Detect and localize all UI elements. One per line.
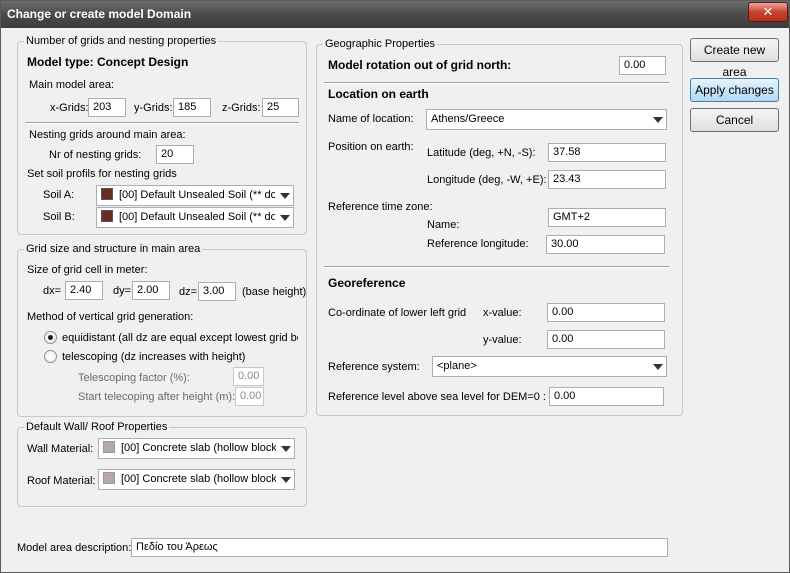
telescoping-factor-input[interactable]: 0.00 bbox=[233, 367, 264, 386]
rotation-input[interactable]: 0.00 bbox=[619, 56, 666, 75]
soil-b-select[interactable]: [00] Default Unsealed Soil (** do not bbox=[96, 207, 294, 228]
tz-name-input[interactable]: GMT+2 bbox=[548, 208, 666, 227]
wall-material-value: [00] Concrete slab (hollow block, r bbox=[121, 442, 276, 454]
dx-label: dx= bbox=[43, 285, 62, 297]
divider bbox=[25, 122, 299, 124]
reference-system-select[interactable]: <plane> bbox=[432, 356, 667, 377]
reference-longitude-input[interactable]: 30.00 bbox=[546, 235, 665, 254]
location-heading: Location on earth bbox=[328, 87, 429, 101]
description-input[interactable]: Πεδίο του Άρεως bbox=[131, 538, 668, 557]
soil-profiles-label: Set soil profils for nesting grids bbox=[27, 168, 177, 180]
divider bbox=[324, 266, 669, 268]
roof-material-select[interactable]: [00] Concrete slab (hollow block, r bbox=[98, 469, 295, 490]
dialog-window: Change or create model Domain ✕ Number o… bbox=[0, 0, 790, 573]
dem-label: Reference level above sea level for DEM=… bbox=[328, 391, 546, 403]
y-value-input[interactable]: 0.00 bbox=[547, 330, 665, 349]
latitude-label: Latitude (deg, +N, -S): bbox=[427, 147, 536, 159]
y-value-label: y-value: bbox=[483, 334, 522, 346]
dz-label: dz= bbox=[179, 286, 198, 298]
close-icon[interactable]: ✕ bbox=[748, 2, 788, 22]
chevron-down-icon bbox=[653, 364, 663, 370]
dz-input[interactable]: 3.00 bbox=[198, 282, 236, 301]
x-grids-input[interactable]: 203 bbox=[88, 98, 126, 117]
description-label: Model area description: bbox=[17, 542, 132, 554]
nesting-label: Nesting grids around main area: bbox=[29, 129, 186, 141]
window-title: Change or create model Domain bbox=[7, 7, 192, 21]
y-grids-label: y-Grids: bbox=[134, 102, 173, 114]
dx-input[interactable]: 2.40 bbox=[65, 281, 103, 300]
soil-b-swatch bbox=[101, 210, 113, 222]
location-name-label: Name of location: bbox=[328, 113, 414, 125]
time-zone-label: Reference time zone: bbox=[328, 201, 433, 213]
main-area-label: Main model area: bbox=[29, 79, 114, 91]
soil-a-value: [00] Default Unsealed Soil (** do not bbox=[119, 189, 275, 201]
z-grids-label: z-Grids: bbox=[222, 102, 261, 114]
reference-system-label: Reference system: bbox=[328, 361, 420, 373]
divider bbox=[324, 82, 669, 84]
start-telescoping-label: Start telecoping after height (m): bbox=[78, 391, 236, 403]
chevron-down-icon bbox=[281, 446, 291, 452]
telescoping-radio[interactable] bbox=[44, 350, 57, 363]
z-grids-input[interactable]: 25 bbox=[262, 98, 299, 117]
equidistant-label[interactable]: equidistant (all dz are equal except low… bbox=[62, 331, 298, 345]
location-select[interactable]: Athens/Greece bbox=[426, 109, 667, 130]
start-telescoping-input[interactable]: 0.00 bbox=[235, 387, 264, 406]
georeference-heading: Georeference bbox=[328, 276, 406, 290]
telescoping-factor-label: Telescoping factor (%): bbox=[78, 372, 190, 384]
nr-nesting-input[interactable]: 20 bbox=[156, 145, 194, 164]
nr-nesting-label: Nr of nesting grids: bbox=[49, 149, 142, 161]
y-grids-input[interactable]: 185 bbox=[173, 98, 211, 117]
lower-left-label: Co-ordinate of lower left grid bbox=[328, 307, 467, 319]
x-value-label: x-value: bbox=[483, 307, 522, 319]
dy-input[interactable]: 2.00 bbox=[132, 281, 170, 300]
base-height-label: (base height) bbox=[242, 286, 307, 298]
wall-material-select[interactable]: [00] Concrete slab (hollow block, r bbox=[98, 438, 295, 459]
location-value: Athens/Greece bbox=[431, 113, 505, 125]
longitude-label: Longitude (deg, -W, +E): bbox=[427, 174, 547, 186]
latitude-input[interactable]: 37.58 bbox=[548, 143, 666, 162]
roof-material-value: [00] Concrete slab (hollow block, r bbox=[121, 473, 276, 485]
soil-a-swatch bbox=[101, 188, 113, 200]
x-value-input[interactable]: 0.00 bbox=[547, 303, 665, 322]
wall-swatch bbox=[103, 441, 115, 453]
model-type-label: Model type: Concept Design bbox=[27, 55, 189, 69]
geographic-group-title: Geographic Properties bbox=[323, 37, 438, 51]
x-grids-label: x-Grids: bbox=[50, 102, 89, 114]
cancel-button[interactable]: Cancel bbox=[690, 108, 779, 132]
soil-a-label: Soil A: bbox=[43, 189, 75, 201]
dy-label: dy= bbox=[113, 285, 132, 297]
grid-group-title: Grid size and structure in main area bbox=[24, 242, 203, 256]
chevron-down-icon bbox=[653, 117, 663, 123]
soil-a-select[interactable]: [00] Default Unsealed Soil (** do not bbox=[96, 185, 294, 206]
wall-material-label: Wall Material: bbox=[27, 443, 94, 455]
chevron-down-icon bbox=[281, 477, 291, 483]
vertical-method-label: Method of vertical grid generation: bbox=[27, 311, 194, 323]
telescoping-label[interactable]: telescoping (dz increases with height) bbox=[62, 350, 245, 364]
soil-b-value: [00] Default Unsealed Soil (** do not bbox=[119, 211, 275, 223]
tz-name-label: Name: bbox=[427, 219, 460, 231]
chevron-down-icon bbox=[280, 215, 290, 221]
material-group-title: Default Wall/ Roof Properties bbox=[24, 420, 170, 434]
cell-size-label: Size of grid cell in meter: bbox=[27, 264, 148, 276]
roof-material-label: Roof Material: bbox=[27, 475, 96, 487]
apply-changes-button[interactable]: Apply changes bbox=[690, 78, 779, 102]
create-new-area-button[interactable]: Create new area bbox=[690, 38, 779, 79]
roof-swatch bbox=[103, 472, 115, 484]
longitude-input[interactable]: 23.43 bbox=[548, 170, 666, 189]
nesting-group-title: Number of grids and nesting properties bbox=[24, 34, 219, 48]
soil-b-label: Soil B: bbox=[43, 211, 75, 223]
equidistant-radio[interactable] bbox=[44, 331, 57, 344]
title-bar: Change or create model Domain bbox=[1, 1, 789, 28]
rotation-label: Model rotation out of grid north: bbox=[328, 58, 512, 72]
position-label: Position on earth: bbox=[328, 141, 414, 153]
chevron-down-icon bbox=[280, 193, 290, 199]
reference-system-value: <plane> bbox=[437, 360, 477, 372]
dem-input[interactable]: 0.00 bbox=[549, 387, 664, 406]
reference-longitude-label: Reference longitude: bbox=[427, 238, 529, 250]
